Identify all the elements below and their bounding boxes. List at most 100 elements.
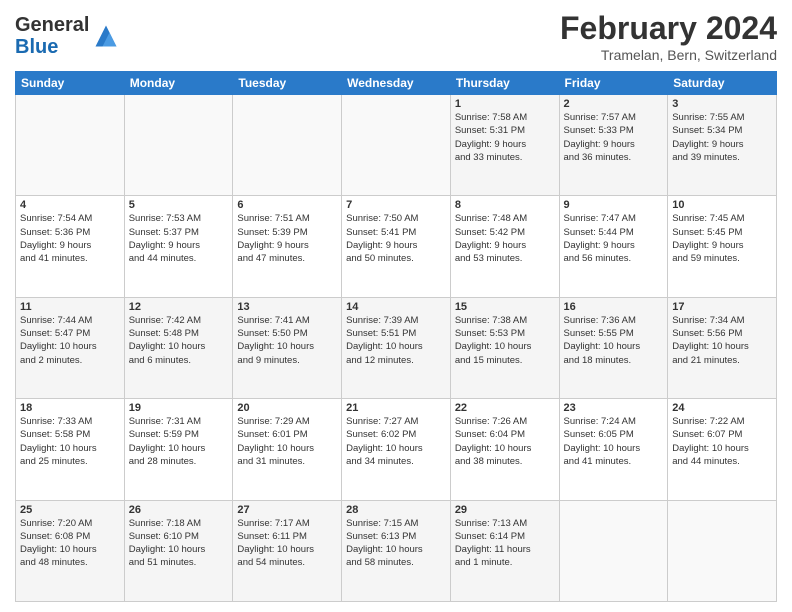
calendar-header-row: Sunday Monday Tuesday Wednesday Thursday… xyxy=(16,72,777,95)
day-number: 11 xyxy=(20,301,120,313)
col-thursday: Thursday xyxy=(450,72,559,95)
day-info: Sunrise: 7:33 AM Sunset: 5:58 PM Dayligh… xyxy=(20,415,120,468)
day-info: Sunrise: 7:26 AM Sunset: 6:04 PM Dayligh… xyxy=(455,415,555,468)
calendar-cell: 11Sunrise: 7:44 AM Sunset: 5:47 PM Dayli… xyxy=(16,297,125,398)
calendar-cell: 23Sunrise: 7:24 AM Sunset: 6:05 PM Dayli… xyxy=(559,399,668,500)
calendar-cell: 4Sunrise: 7:54 AM Sunset: 5:36 PM Daylig… xyxy=(16,196,125,297)
day-info: Sunrise: 7:17 AM Sunset: 6:11 PM Dayligh… xyxy=(237,517,337,570)
day-number: 16 xyxy=(564,301,664,313)
day-info: Sunrise: 7:18 AM Sunset: 6:10 PM Dayligh… xyxy=(129,517,229,570)
week-row-5: 25Sunrise: 7:20 AM Sunset: 6:08 PM Dayli… xyxy=(16,500,777,601)
calendar-cell: 28Sunrise: 7:15 AM Sunset: 6:13 PM Dayli… xyxy=(342,500,451,601)
calendar-cell: 9Sunrise: 7:47 AM Sunset: 5:44 PM Daylig… xyxy=(559,196,668,297)
day-info: Sunrise: 7:53 AM Sunset: 5:37 PM Dayligh… xyxy=(129,212,229,265)
calendar-cell: 8Sunrise: 7:48 AM Sunset: 5:42 PM Daylig… xyxy=(450,196,559,297)
calendar-cell: 20Sunrise: 7:29 AM Sunset: 6:01 PM Dayli… xyxy=(233,399,342,500)
day-number: 27 xyxy=(237,504,337,516)
day-info: Sunrise: 7:29 AM Sunset: 6:01 PM Dayligh… xyxy=(237,415,337,468)
day-number: 24 xyxy=(672,402,772,414)
calendar-cell: 24Sunrise: 7:22 AM Sunset: 6:07 PM Dayli… xyxy=(668,399,777,500)
day-info: Sunrise: 7:47 AM Sunset: 5:44 PM Dayligh… xyxy=(564,212,664,265)
week-row-2: 4Sunrise: 7:54 AM Sunset: 5:36 PM Daylig… xyxy=(16,196,777,297)
location: Tramelan, Bern, Switzerland xyxy=(560,47,777,63)
day-info: Sunrise: 7:58 AM Sunset: 5:31 PM Dayligh… xyxy=(455,111,555,164)
day-info: Sunrise: 7:13 AM Sunset: 6:14 PM Dayligh… xyxy=(455,517,555,570)
day-number: 19 xyxy=(129,402,229,414)
day-number: 29 xyxy=(455,504,555,516)
day-number: 25 xyxy=(20,504,120,516)
day-info: Sunrise: 7:27 AM Sunset: 6:02 PM Dayligh… xyxy=(346,415,446,468)
day-number: 10 xyxy=(672,199,772,211)
day-info: Sunrise: 7:42 AM Sunset: 5:48 PM Dayligh… xyxy=(129,314,229,367)
day-number: 9 xyxy=(564,199,664,211)
week-row-4: 18Sunrise: 7:33 AM Sunset: 5:58 PM Dayli… xyxy=(16,399,777,500)
day-number: 28 xyxy=(346,504,446,516)
calendar-cell: 16Sunrise: 7:36 AM Sunset: 5:55 PM Dayli… xyxy=(559,297,668,398)
calendar-cell xyxy=(233,95,342,196)
day-number: 4 xyxy=(20,199,120,211)
day-number: 14 xyxy=(346,301,446,313)
calendar-cell: 19Sunrise: 7:31 AM Sunset: 5:59 PM Dayli… xyxy=(124,399,233,500)
day-number: 17 xyxy=(672,301,772,313)
day-info: Sunrise: 7:15 AM Sunset: 6:13 PM Dayligh… xyxy=(346,517,446,570)
calendar-cell: 27Sunrise: 7:17 AM Sunset: 6:11 PM Dayli… xyxy=(233,500,342,601)
calendar-cell: 18Sunrise: 7:33 AM Sunset: 5:58 PM Dayli… xyxy=(16,399,125,500)
day-info: Sunrise: 7:45 AM Sunset: 5:45 PM Dayligh… xyxy=(672,212,772,265)
day-number: 1 xyxy=(455,98,555,110)
calendar-cell: 15Sunrise: 7:38 AM Sunset: 5:53 PM Dayli… xyxy=(450,297,559,398)
day-info: Sunrise: 7:31 AM Sunset: 5:59 PM Dayligh… xyxy=(129,415,229,468)
calendar-cell: 5Sunrise: 7:53 AM Sunset: 5:37 PM Daylig… xyxy=(124,196,233,297)
calendar-cell: 13Sunrise: 7:41 AM Sunset: 5:50 PM Dayli… xyxy=(233,297,342,398)
calendar-cell: 29Sunrise: 7:13 AM Sunset: 6:14 PM Dayli… xyxy=(450,500,559,601)
day-info: Sunrise: 7:55 AM Sunset: 5:34 PM Dayligh… xyxy=(672,111,772,164)
calendar-cell: 17Sunrise: 7:34 AM Sunset: 5:56 PM Dayli… xyxy=(668,297,777,398)
logo: General Blue xyxy=(15,14,120,58)
calendar-cell xyxy=(124,95,233,196)
day-number: 20 xyxy=(237,402,337,414)
day-info: Sunrise: 7:41 AM Sunset: 5:50 PM Dayligh… xyxy=(237,314,337,367)
day-number: 15 xyxy=(455,301,555,313)
calendar-cell xyxy=(668,500,777,601)
calendar-cell: 3Sunrise: 7:55 AM Sunset: 5:34 PM Daylig… xyxy=(668,95,777,196)
logo-icon xyxy=(92,22,120,50)
day-number: 6 xyxy=(237,199,337,211)
day-number: 2 xyxy=(564,98,664,110)
col-saturday: Saturday xyxy=(668,72,777,95)
day-info: Sunrise: 7:51 AM Sunset: 5:39 PM Dayligh… xyxy=(237,212,337,265)
col-friday: Friday xyxy=(559,72,668,95)
calendar-cell xyxy=(16,95,125,196)
page: General Blue February 2024 Tramelan, Ber… xyxy=(0,0,792,612)
title-block: February 2024 Tramelan, Bern, Switzerlan… xyxy=(560,10,777,63)
day-number: 26 xyxy=(129,504,229,516)
month-year: February 2024 xyxy=(560,10,777,47)
day-number: 3 xyxy=(672,98,772,110)
calendar-cell: 26Sunrise: 7:18 AM Sunset: 6:10 PM Dayli… xyxy=(124,500,233,601)
day-info: Sunrise: 7:20 AM Sunset: 6:08 PM Dayligh… xyxy=(20,517,120,570)
day-info: Sunrise: 7:38 AM Sunset: 5:53 PM Dayligh… xyxy=(455,314,555,367)
day-info: Sunrise: 7:22 AM Sunset: 6:07 PM Dayligh… xyxy=(672,415,772,468)
day-info: Sunrise: 7:50 AM Sunset: 5:41 PM Dayligh… xyxy=(346,212,446,265)
calendar-cell: 7Sunrise: 7:50 AM Sunset: 5:41 PM Daylig… xyxy=(342,196,451,297)
calendar-cell: 22Sunrise: 7:26 AM Sunset: 6:04 PM Dayli… xyxy=(450,399,559,500)
day-info: Sunrise: 7:48 AM Sunset: 5:42 PM Dayligh… xyxy=(455,212,555,265)
week-row-3: 11Sunrise: 7:44 AM Sunset: 5:47 PM Dayli… xyxy=(16,297,777,398)
day-info: Sunrise: 7:54 AM Sunset: 5:36 PM Dayligh… xyxy=(20,212,120,265)
day-info: Sunrise: 7:24 AM Sunset: 6:05 PM Dayligh… xyxy=(564,415,664,468)
day-number: 21 xyxy=(346,402,446,414)
col-wednesday: Wednesday xyxy=(342,72,451,95)
day-number: 7 xyxy=(346,199,446,211)
week-row-1: 1Sunrise: 7:58 AM Sunset: 5:31 PM Daylig… xyxy=(16,95,777,196)
col-monday: Monday xyxy=(124,72,233,95)
calendar-cell: 14Sunrise: 7:39 AM Sunset: 5:51 PM Dayli… xyxy=(342,297,451,398)
calendar-cell: 1Sunrise: 7:58 AM Sunset: 5:31 PM Daylig… xyxy=(450,95,559,196)
header: General Blue February 2024 Tramelan, Ber… xyxy=(15,10,777,63)
day-number: 5 xyxy=(129,199,229,211)
day-info: Sunrise: 7:39 AM Sunset: 5:51 PM Dayligh… xyxy=(346,314,446,367)
day-number: 23 xyxy=(564,402,664,414)
day-number: 18 xyxy=(20,402,120,414)
calendar-cell xyxy=(559,500,668,601)
logo-text: General Blue xyxy=(15,14,89,58)
calendar-cell: 21Sunrise: 7:27 AM Sunset: 6:02 PM Dayli… xyxy=(342,399,451,500)
calendar-cell: 2Sunrise: 7:57 AM Sunset: 5:33 PM Daylig… xyxy=(559,95,668,196)
day-number: 13 xyxy=(237,301,337,313)
